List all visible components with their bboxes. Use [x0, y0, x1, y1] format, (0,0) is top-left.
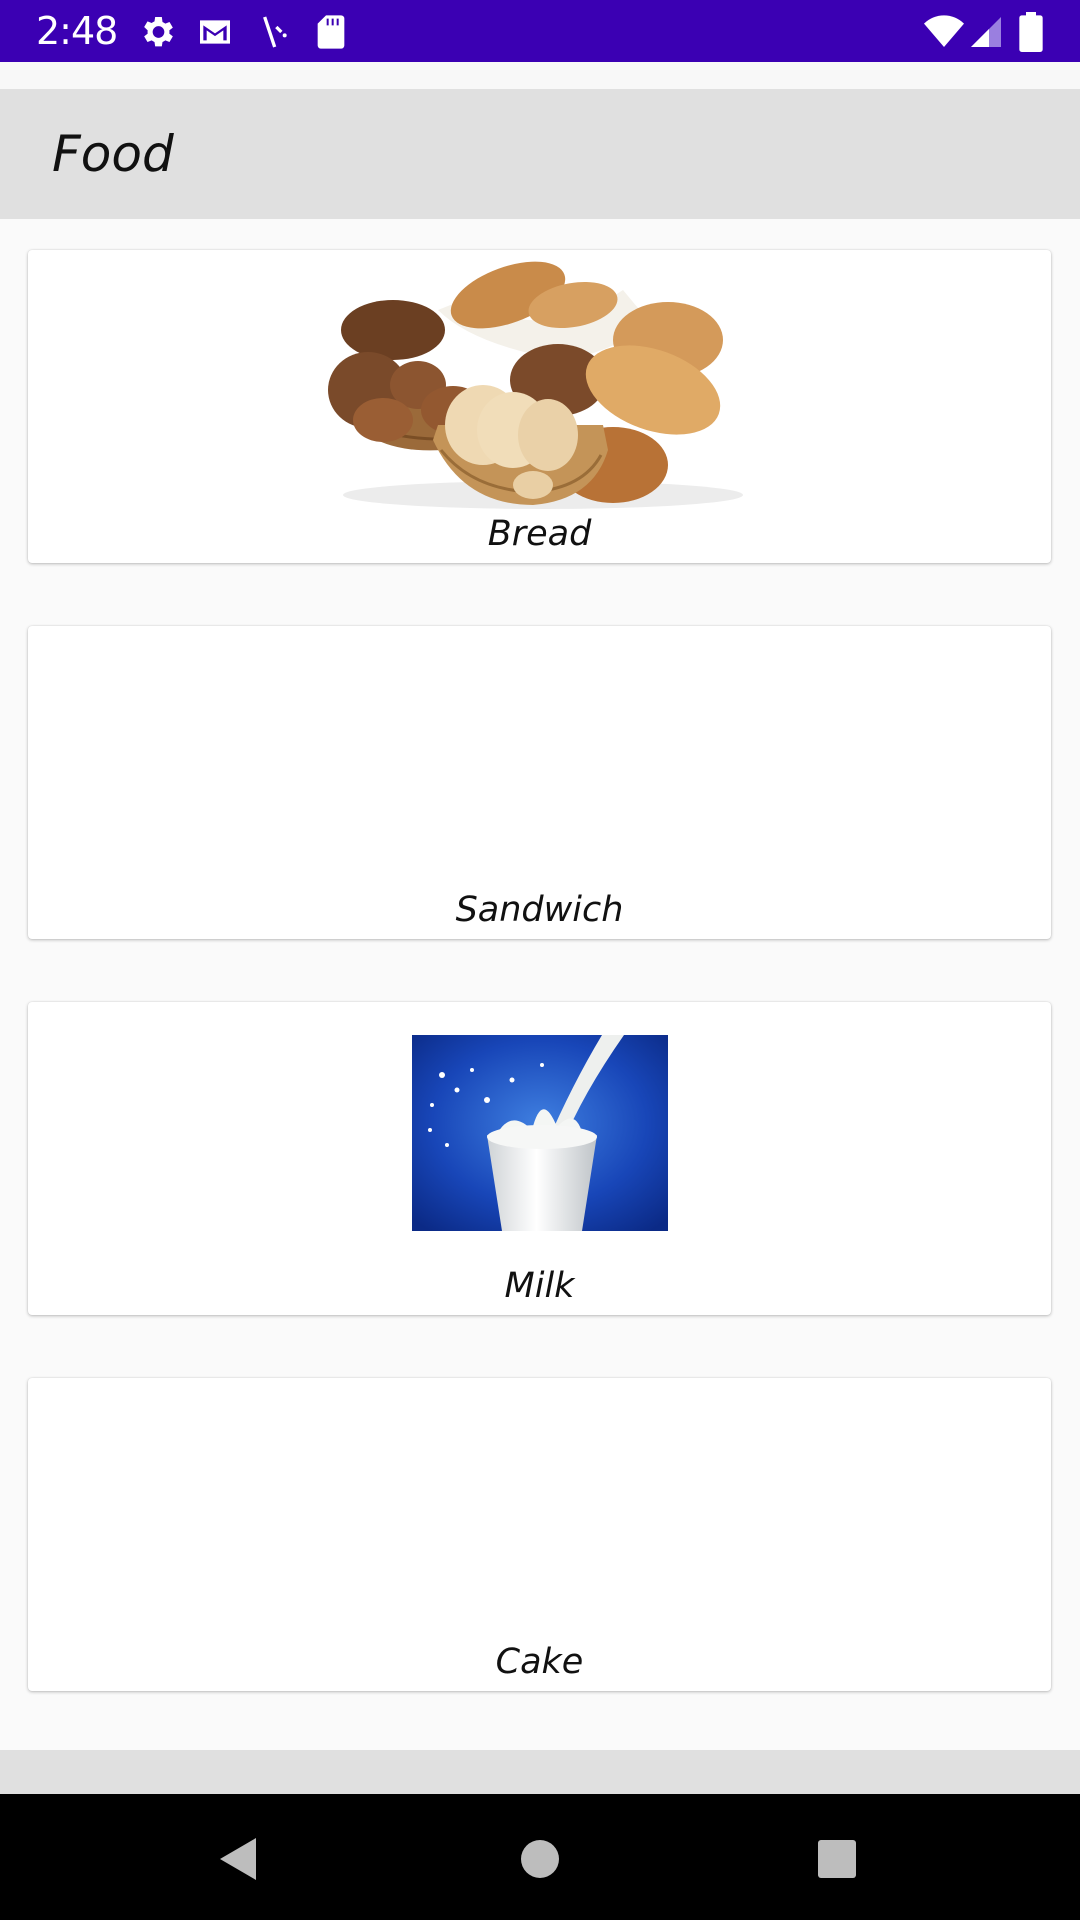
page-title: Food	[52, 125, 174, 183]
back-icon[interactable]	[214, 1834, 264, 1884]
settings-icon	[137, 12, 177, 52]
app-icon	[253, 12, 293, 52]
gmail-icon	[195, 12, 235, 52]
wifi-icon	[922, 12, 966, 52]
status-bar: 2:48	[0, 0, 1080, 62]
list-item[interactable]: Cake	[28, 1378, 1051, 1691]
list-item[interactable]: Bread	[28, 250, 1051, 563]
status-bar-spacer	[0, 62, 1080, 89]
food-list[interactable]: Bread Sandwich Milk Cake	[0, 219, 1080, 1749]
list-item[interactable]: Milk	[28, 1002, 1051, 1315]
home-icon[interactable]	[515, 1834, 565, 1884]
item-label: Milk	[504, 1266, 575, 1306]
cell-signal-icon	[968, 12, 1004, 52]
sd-card-icon	[311, 12, 351, 52]
list-item[interactable]: Sandwich	[28, 626, 1051, 939]
milk-image	[412, 1035, 668, 1231]
navigation-bar	[0, 1794, 1080, 1920]
item-label: Cake	[495, 1642, 584, 1682]
recents-icon[interactable]	[812, 1834, 862, 1884]
item-label: Sandwich	[455, 890, 624, 930]
app-bar: Food	[0, 89, 1080, 219]
bottom-bar	[0, 1750, 1080, 1794]
status-time: 2:48	[36, 9, 118, 53]
bread-image	[323, 250, 763, 515]
item-label: Bread	[487, 514, 592, 554]
battery-icon	[1018, 12, 1044, 52]
